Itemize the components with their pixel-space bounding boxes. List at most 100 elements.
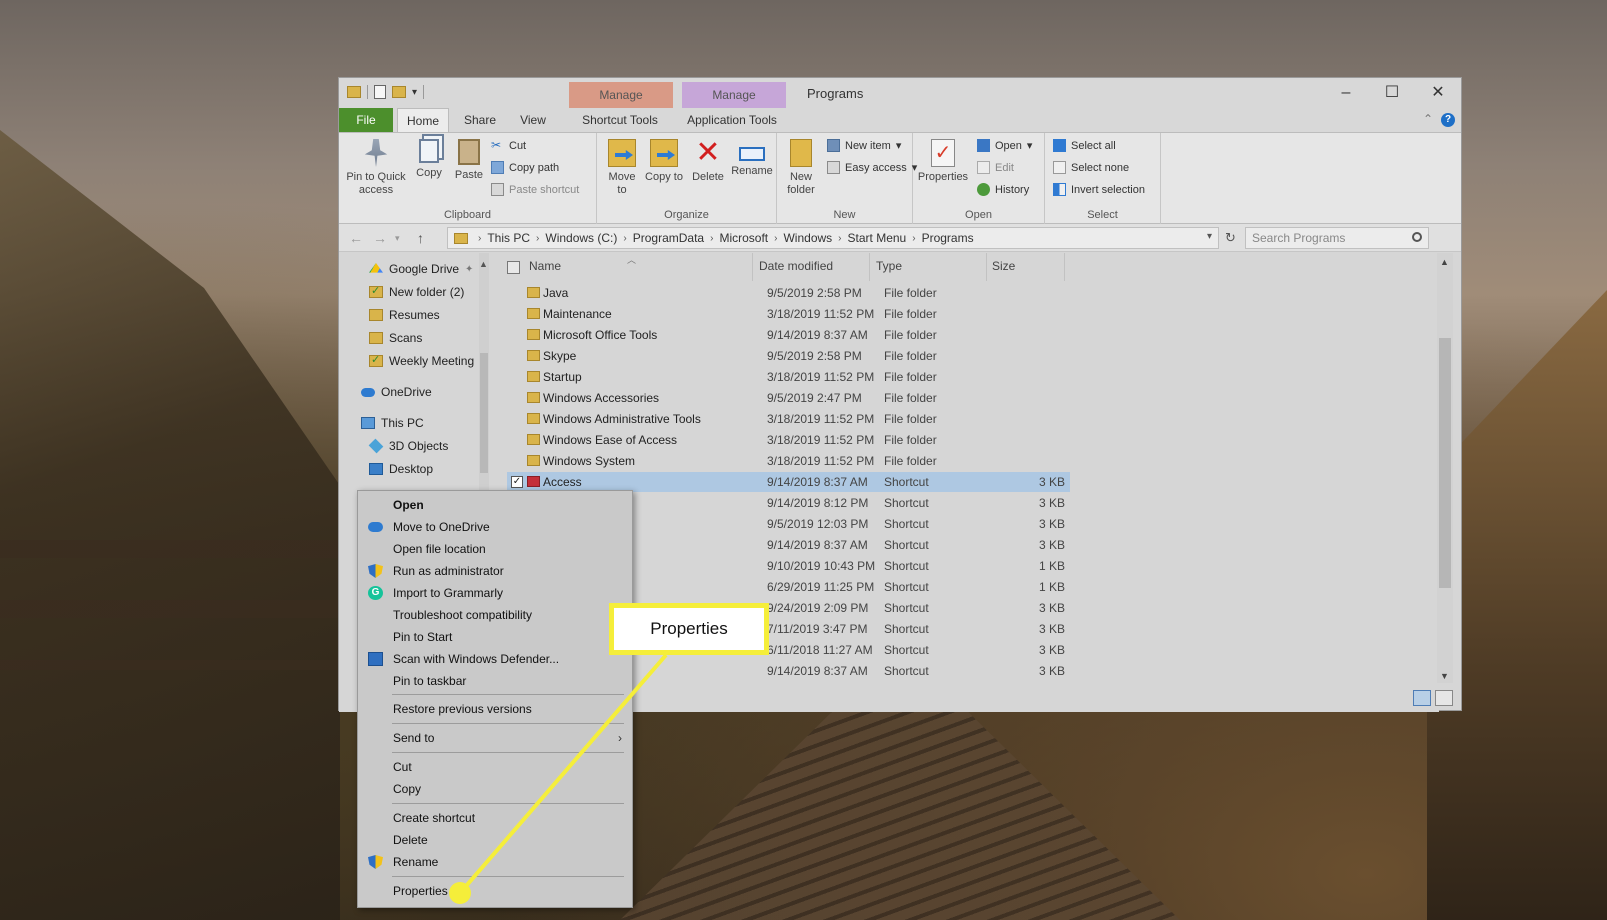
menu-item-delete[interactable]: Delete bbox=[358, 829, 632, 851]
nav-item-onedrive[interactable]: OneDrive bbox=[361, 382, 432, 402]
minimize-button[interactable]: – bbox=[1323, 78, 1369, 108]
paste-shortcut-button[interactable]: Paste shortcut bbox=[491, 183, 579, 196]
file-list-scrollbar[interactable]: ▲ ▼ bbox=[1437, 253, 1453, 683]
nav-item-3d-objects[interactable]: 3D Objects bbox=[368, 436, 448, 456]
nav-item-desktop[interactable]: Desktop bbox=[369, 459, 433, 479]
folder-icon[interactable] bbox=[347, 86, 361, 98]
breadcrumb-windows[interactable]: Windows bbox=[783, 231, 832, 245]
address-dropdown-icon[interactable]: ▾ bbox=[1207, 231, 1212, 242]
menu-item-properties[interactable]: Properties bbox=[358, 880, 632, 902]
column-divider[interactable] bbox=[752, 253, 753, 281]
properties-qat-icon[interactable] bbox=[374, 85, 386, 99]
close-button[interactable]: ✕ bbox=[1415, 78, 1461, 108]
up-arrow-icon[interactable]: ↑ bbox=[417, 230, 424, 246]
forward-arrow-icon[interactable]: → bbox=[373, 230, 387, 246]
table-row[interactable]: Microsoft Office Tools 9/14/2019 8:37 AM F… bbox=[507, 325, 1070, 345]
address-field[interactable]: › This PC › Windows (C:) › ProgramData ›… bbox=[447, 227, 1219, 249]
nav-item-google-drive[interactable]: Google Drive ✦ bbox=[369, 259, 473, 279]
breadcrumb-programs[interactable]: Programs bbox=[922, 231, 974, 245]
nav-item-resumes[interactable]: Resumes bbox=[369, 305, 440, 325]
new-folder-qat-icon[interactable] bbox=[392, 86, 406, 98]
column-divider[interactable] bbox=[869, 253, 870, 281]
menu-item-open[interactable]: Open bbox=[358, 494, 632, 516]
table-row[interactable]: Windows System 3/18/2019 11:52 PM File fol… bbox=[507, 451, 1070, 471]
breadcrumb-start-menu[interactable]: Start Menu bbox=[848, 231, 907, 245]
menu-item-scan-with-defender[interactable]: Scan with Windows Defender... bbox=[358, 648, 632, 670]
nav-item-new-folder-2[interactable]: New folder (2) bbox=[369, 282, 464, 302]
large-icons-view-icon[interactable] bbox=[1435, 690, 1453, 706]
breadcrumb-microsoft[interactable]: Microsoft bbox=[719, 231, 768, 245]
table-row[interactable]: Windows Ease of Access 3/18/2019 11:52 PM… bbox=[507, 430, 1070, 450]
chevron-up-icon[interactable]: ⌃ bbox=[1423, 112, 1433, 126]
tab-manage-shortcut[interactable]: Manage bbox=[569, 82, 673, 108]
invert-selection-button[interactable]: Invert selection bbox=[1053, 183, 1145, 196]
menu-item-create-shortcut[interactable]: Create shortcut bbox=[358, 807, 632, 829]
open-ribbon-button[interactable]: Open ▾ bbox=[977, 139, 1032, 152]
delete-button[interactable]: ✕ Delete bbox=[689, 138, 727, 184]
column-header-name[interactable]: Name bbox=[529, 259, 561, 273]
menu-item-pin-to-taskbar[interactable]: Pin to taskbar bbox=[358, 670, 632, 692]
pin-to-quick-access-button[interactable]: Pin to Quick access bbox=[345, 139, 407, 197]
column-header-type[interactable]: Type bbox=[876, 259, 902, 273]
menu-item-import-to-grammarly[interactable]: G Import to Grammarly bbox=[358, 582, 632, 604]
menu-item-open-file-location[interactable]: Open file location bbox=[358, 538, 632, 560]
breadcrumb-windows-c[interactable]: Windows (C:) bbox=[545, 231, 617, 245]
nav-item-weekly-meeting[interactable]: Weekly Meeting bbox=[369, 351, 474, 371]
scroll-up-arrow-icon[interactable]: ▲ bbox=[479, 259, 488, 269]
table-row[interactable]: Java 9/5/2019 2:58 PM File folder bbox=[507, 283, 1070, 303]
menu-item-run-as-administrator[interactable]: Run as administrator bbox=[358, 560, 632, 582]
menu-item-send-to[interactable]: Send to › bbox=[358, 727, 632, 749]
breadcrumb-this-pc[interactable]: This PC bbox=[487, 231, 530, 245]
select-none-button[interactable]: Select none bbox=[1053, 161, 1129, 174]
column-header-date-modified[interactable]: Date modified bbox=[759, 259, 833, 273]
tab-view[interactable]: View bbox=[507, 108, 559, 132]
details-view-icon[interactable] bbox=[1413, 690, 1431, 706]
select-all-button[interactable]: Select all bbox=[1053, 139, 1116, 152]
tab-share[interactable]: Share bbox=[454, 108, 506, 132]
menu-item-rename[interactable]: Rename bbox=[358, 851, 632, 873]
row-checkbox[interactable]: ✓ bbox=[511, 476, 523, 488]
recent-chevron-icon[interactable]: ▾ bbox=[395, 233, 400, 244]
nav-item-this-pc[interactable]: This PC bbox=[361, 413, 424, 433]
nav-item-scans[interactable]: Scans bbox=[369, 328, 422, 348]
menu-item-pin-to-start[interactable]: Pin to Start bbox=[358, 626, 632, 648]
copy-path-button[interactable]: Copy path bbox=[491, 161, 559, 174]
menu-item-move-to-onedrive[interactable]: Move to OneDrive bbox=[358, 516, 632, 538]
refresh-icon[interactable]: ↻ bbox=[1225, 230, 1236, 246]
back-arrow-icon[interactable]: ← bbox=[349, 230, 363, 246]
search-input[interactable]: Search Programs bbox=[1245, 227, 1429, 249]
tab-home[interactable]: Home bbox=[397, 108, 449, 132]
tab-shortcut-tools[interactable]: Shortcut Tools bbox=[565, 108, 675, 132]
tab-manage-application[interactable]: Manage bbox=[682, 82, 786, 108]
table-row[interactable]: Startup 3/18/2019 11:52 PM File folder bbox=[507, 367, 1070, 387]
table-row[interactable]: Maintenance 3/18/2019 11:52 PM File folder bbox=[507, 304, 1070, 324]
paste-button[interactable]: Paste bbox=[451, 139, 487, 182]
table-row[interactable]: ✓ Access 9/14/2019 8:37 AM Shortcut 3 KB bbox=[507, 472, 1070, 492]
select-all-checkbox[interactable] bbox=[507, 261, 520, 274]
table-row[interactable]: Windows Accessories 9/5/2019 2:47 PM File … bbox=[507, 388, 1070, 408]
table-row[interactable]: Skype 9/5/2019 2:58 PM File folder bbox=[507, 346, 1070, 366]
column-header-size[interactable]: Size bbox=[992, 259, 1015, 273]
copy-to-button[interactable]: Copy to bbox=[645, 139, 683, 184]
scroll-up-arrow-icon[interactable]: ▲ bbox=[1440, 257, 1449, 267]
column-divider[interactable] bbox=[986, 253, 987, 281]
properties-ribbon-button[interactable]: ✓ Properties bbox=[915, 139, 971, 184]
easy-access-button[interactable]: Easy access ▾ bbox=[827, 161, 917, 174]
tab-application-tools[interactable]: Application Tools bbox=[675, 108, 789, 132]
menu-item-cut[interactable]: Cut bbox=[358, 756, 632, 778]
table-row[interactable]: Windows Administrative Tools 3/18/2019 11… bbox=[507, 409, 1070, 429]
qat-dropdown-icon[interactable]: ▾ bbox=[412, 87, 417, 98]
breadcrumb-programdata[interactable]: ProgramData bbox=[633, 231, 704, 245]
new-item-button[interactable]: New item ▾ bbox=[827, 139, 901, 152]
tab-file[interactable]: File bbox=[339, 108, 393, 132]
help-icon[interactable]: ? bbox=[1441, 113, 1455, 127]
cut-button[interactable]: ✂ Cut bbox=[491, 139, 526, 152]
maximize-button[interactable]: ☐ bbox=[1369, 78, 1415, 108]
history-button[interactable]: History bbox=[977, 183, 1029, 196]
menu-item-copy[interactable]: Copy bbox=[358, 778, 632, 800]
menu-item-restore-previous-versions[interactable]: Restore previous versions bbox=[358, 698, 632, 720]
file-list-scroll-thumb[interactable] bbox=[1439, 338, 1451, 588]
column-divider[interactable] bbox=[1064, 253, 1065, 281]
edit-button[interactable]: Edit bbox=[977, 161, 1014, 174]
menu-item-troubleshoot-compatibility[interactable]: Troubleshoot compatibility bbox=[358, 604, 632, 626]
